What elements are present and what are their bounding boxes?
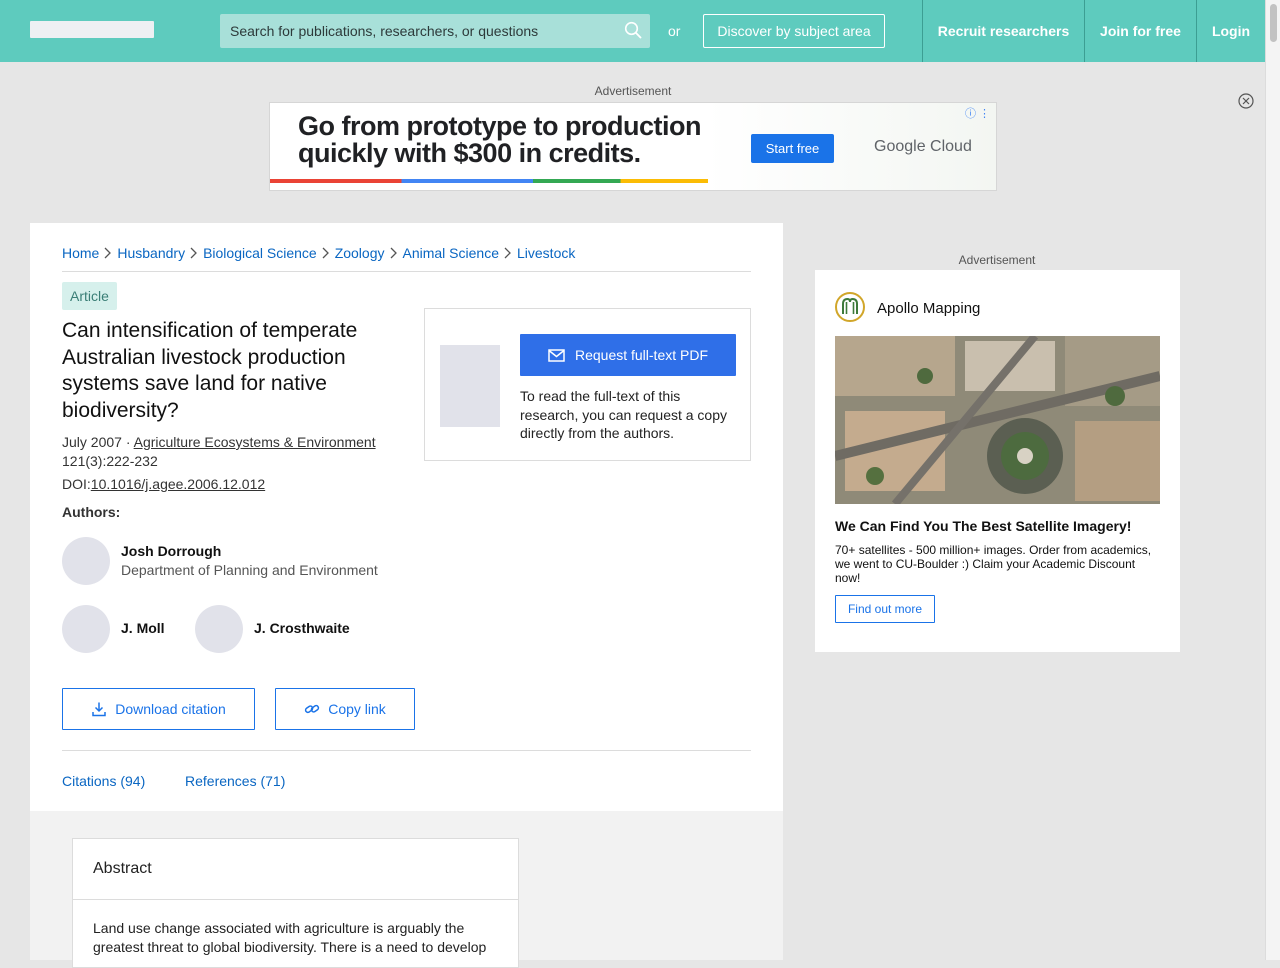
tab-citations[interactable]: Citations (94) bbox=[62, 773, 145, 789]
top-ad-start-free-button[interactable]: Start free bbox=[751, 134, 834, 163]
discover-subject-button[interactable]: Discover by subject area bbox=[703, 14, 885, 48]
author-name-crosthwaite[interactable]: J. Crosthwaite bbox=[254, 620, 350, 636]
breadcrumb-zoology[interactable]: Zoology bbox=[335, 245, 385, 261]
abstract-divider bbox=[73, 899, 518, 900]
article-type-badge: Article bbox=[62, 282, 117, 310]
side-ad-label: Advertisement bbox=[958, 253, 1036, 267]
chevron-right-icon bbox=[104, 247, 112, 259]
google-cloud-logo-google: Google bbox=[874, 138, 926, 155]
search-icon[interactable] bbox=[624, 21, 642, 39]
google-cloud-logo: Google Cloud bbox=[874, 138, 972, 156]
abstract-title: Abstract bbox=[93, 860, 152, 877]
breadcrumb-animal-science[interactable]: Animal Science bbox=[403, 245, 500, 261]
top-ad-headline: Go from prototype to production quickly … bbox=[298, 111, 701, 168]
chevron-right-icon bbox=[322, 247, 329, 259]
doi-line: DOI:10.1016/j.agee.2006.12.012 bbox=[62, 476, 265, 492]
avatar[interactable] bbox=[62, 537, 110, 585]
request-fulltext-button[interactable]: Request full-text PDF bbox=[520, 334, 736, 376]
avatar[interactable] bbox=[62, 605, 110, 653]
download-citation-label: Download citation bbox=[115, 701, 226, 717]
tab-references[interactable]: References (71) bbox=[185, 773, 285, 789]
search-input[interactable] bbox=[220, 14, 610, 48]
abstract-card: Abstract Land use change associated with… bbox=[72, 838, 519, 968]
doi-label: DOI: bbox=[62, 476, 91, 492]
publication-date-journal: July 2007 · Agriculture Ecosystems & Env… bbox=[62, 434, 376, 450]
site-logo[interactable] bbox=[30, 21, 154, 38]
link-icon bbox=[305, 704, 320, 714]
publication-date: July 2007 · bbox=[62, 434, 134, 450]
avatar[interactable] bbox=[195, 605, 243, 653]
author-name-moll[interactable]: J. Moll bbox=[121, 620, 165, 636]
publication-volume: 121(3):222-232 bbox=[62, 453, 158, 469]
top-ad-color-bar bbox=[270, 179, 708, 183]
google-cloud-logo-cloud: Cloud bbox=[925, 138, 972, 155]
scrollbar-thumb[interactable] bbox=[1270, 4, 1277, 42]
chevron-right-icon bbox=[504, 247, 511, 259]
author-department: Department of Planning and Environment bbox=[121, 562, 378, 578]
pdf-preview-thumbnail bbox=[440, 345, 500, 427]
top-ad-label: Advertisement bbox=[594, 84, 672, 98]
page-title: Can intensification of temperate Austral… bbox=[62, 319, 358, 422]
info-icon[interactable]: ⓘ ⋮ bbox=[965, 105, 990, 121]
breadcrumb-biological-science[interactable]: Biological Science bbox=[203, 245, 317, 261]
download-citation-button[interactable]: Download citation bbox=[62, 688, 255, 730]
copy-link-button[interactable]: Copy link bbox=[275, 688, 415, 730]
breadcrumb: Home Husbandry Biological Science Zoolog… bbox=[62, 244, 575, 262]
breadcrumb-husbandry[interactable]: Husbandry bbox=[117, 245, 185, 261]
login-link[interactable]: Login bbox=[1196, 0, 1265, 62]
find-out-more-button[interactable]: Find out more bbox=[835, 595, 935, 623]
page-scrollbar[interactable] bbox=[1265, 0, 1280, 960]
recruit-researchers-link[interactable]: Recruit researchers bbox=[922, 0, 1084, 62]
or-label: or bbox=[668, 23, 681, 39]
breadcrumb-livestock[interactable]: Livestock bbox=[517, 245, 575, 261]
abstract-text: Land use change associated with agricult… bbox=[93, 920, 487, 955]
authors-label: Authors: bbox=[62, 504, 121, 520]
side-ad-brand: Apollo Mapping bbox=[877, 300, 981, 317]
side-advertisement[interactable]: Apollo Mapping We Can Find You The Best … bbox=[815, 270, 1180, 652]
chevron-right-icon bbox=[190, 247, 197, 259]
doi-link[interactable]: 10.1016/j.agee.2006.12.012 bbox=[91, 476, 265, 492]
breadcrumb-divider bbox=[62, 271, 751, 272]
top-advertisement[interactable]: Go from prototype to production quickly … bbox=[269, 102, 997, 191]
side-ad-headline: We Can Find You The Best Satellite Image… bbox=[835, 518, 1132, 534]
mail-icon bbox=[548, 348, 565, 362]
request-fulltext-label: Request full-text PDF bbox=[574, 347, 709, 363]
join-for-free-link[interactable]: Join for free bbox=[1084, 0, 1196, 62]
copy-link-label: Copy link bbox=[328, 701, 386, 717]
satellite-image bbox=[835, 336, 1160, 504]
request-fulltext-panel: Request full-text PDF To read the full-t… bbox=[424, 308, 751, 461]
breadcrumb-home[interactable]: Home bbox=[62, 245, 99, 261]
download-icon bbox=[92, 702, 106, 717]
close-icon[interactable] bbox=[1238, 93, 1254, 109]
tabs-divider bbox=[62, 750, 751, 751]
request-fulltext-description: To read the full-text of this research, … bbox=[520, 388, 728, 441]
journal-link[interactable]: Agriculture Ecosystems & Environment bbox=[134, 434, 376, 450]
apollo-mapping-logo-icon bbox=[835, 292, 865, 322]
top-navigation-bar: or Discover by subject area Recruit rese… bbox=[0, 0, 1265, 62]
search-box bbox=[220, 14, 650, 48]
author-name-dorrough[interactable]: Josh Dorrough bbox=[121, 543, 221, 559]
chevron-right-icon bbox=[390, 247, 397, 259]
side-ad-body: 70+ satellites - 500 million+ images. Or… bbox=[835, 543, 1152, 585]
